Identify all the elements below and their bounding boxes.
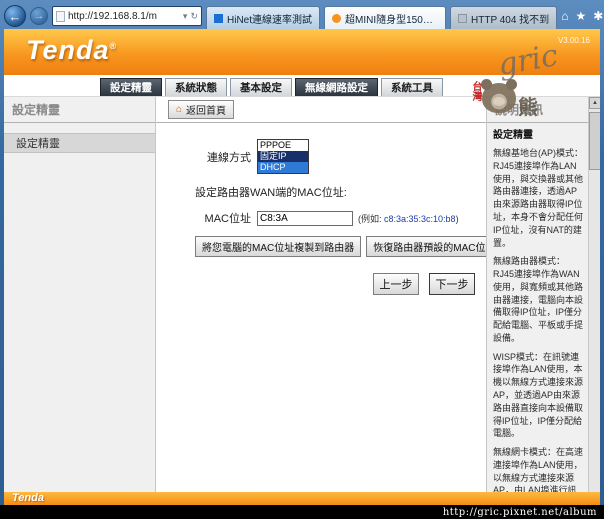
help-scrollbar[interactable]: ▲ ▼: [588, 97, 600, 505]
tab-mini-router[interactable]: 超MINI隨身型150M...: [324, 6, 447, 29]
router-page: Tenda® V3.00.16 設定精靈 系統狀態 基本設定 無線網路設定 系統…: [4, 29, 600, 505]
help-heading: 設定精靈: [493, 130, 533, 141]
tenda-logo-text: Tenda: [26, 35, 110, 65]
registered-mark: ®: [109, 41, 118, 51]
tab-favicon-icon: [214, 13, 223, 23]
main-panel: ⌂ 返回首頁 連線方式 PPPOE 固定IP DHCP 設定路由器WAN端的MA…: [156, 97, 503, 505]
restore-mac-button[interactable]: 恢復路由器預設的MAC位址: [366, 236, 503, 257]
nav-tab-wireless-settings[interactable]: 無線網路設定: [295, 78, 378, 96]
step-nav-row: 上一步 下一步: [161, 273, 481, 295]
connection-method-row: 連線方式 PPPOE 固定IP DHCP: [161, 139, 481, 174]
main-toolbar: ⌂ 返回首頁: [156, 97, 486, 123]
help-content: 設定精靈 無線基地台(AP)模式：RJ45連接埠作為LAN使用，與交換器或其他路…: [487, 123, 588, 505]
refresh-icon[interactable]: ↻: [190, 11, 198, 22]
wizard-form: 連線方式 PPPOE 固定IP DHCP 設定路由器WAN端的MAC位址: MA…: [161, 139, 503, 295]
browser-window: ← → http://192.168.8.1/m ▾ ↻ HiNet連線速率測試…: [0, 0, 604, 519]
arrow-up-icon: ▲: [592, 100, 598, 106]
tab-favicon-icon: [332, 13, 342, 23]
content-area: 設定精靈 設定精靈 ⌂ 返回首頁 連線方式 PPPOE 固定IP DHCP 設定…: [4, 97, 600, 505]
nav-tab-system-status[interactable]: 系統狀態: [165, 78, 227, 96]
main-nav: 設定精靈 系統狀態 基本設定 無線網路設定 系統工具: [4, 75, 600, 97]
sidebar-header: 設定精靈: [4, 97, 155, 123]
mac-section-heading: 設定路由器WAN端的MAC位址:: [195, 187, 347, 199]
url-text: http://192.168.8.1/m: [68, 10, 157, 22]
scroll-up-button[interactable]: ▲: [589, 97, 600, 109]
browser-toolbar-icons: ⌂ ★ ✱ ×: [561, 8, 604, 24]
back-button[interactable]: ←: [4, 5, 26, 27]
address-bar[interactable]: http://192.168.8.1/m ▾ ↻: [52, 6, 202, 26]
watermark-url: http://gric.pixnet.net/album: [442, 506, 597, 518]
tenda-logo: Tenda®: [26, 35, 117, 66]
forward-button[interactable]: →: [30, 7, 48, 25]
tab-label: HiNet連線速率測試: [227, 14, 313, 26]
compat-view-icon[interactable]: ▾: [183, 11, 188, 22]
nav-tab-system-tools[interactable]: 系統工具: [381, 78, 443, 96]
browser-chrome: ← → http://192.168.8.1/m ▾ ↻ HiNet連線速率測試…: [0, 0, 604, 29]
return-home-button[interactable]: ⌂ 返回首頁: [168, 100, 235, 119]
help-paragraph: 無線路由器模式：RJ45連接埠作為WAN使用，與寬頻或其他路由器連接，電腦向本設…: [493, 256, 584, 343]
help-paragraph: WISP模式：在訊號連接埠作為LAN使用，本機以無線方式連接來源AP，並透過AP…: [493, 351, 584, 439]
back-arrow-icon: ←: [8, 8, 22, 24]
mac-buttons-row: 將您電腦的MAC位址複製到路由器 恢復路由器預設的MAC位址: [195, 236, 503, 257]
nav-tab-setup-wizard[interactable]: 設定精靈: [100, 78, 162, 96]
forward-arrow-icon: →: [33, 10, 45, 22]
help-panel: 說明資訊 設定精靈 無線基地台(AP)模式：RJ45連接埠作為LAN使用，與交換…: [486, 97, 600, 505]
tab-http-404[interactable]: HTTP 404 找不到: [450, 6, 558, 29]
connection-method-label: 連線方式: [207, 151, 251, 164]
hint-open: (例如:: [358, 213, 384, 224]
help-title: 說明資訊: [495, 103, 544, 117]
nav-tab-basic-settings[interactable]: 基本設定: [230, 78, 292, 96]
hint-close: ): [455, 213, 459, 224]
sidebar-title: 設定精靈: [12, 103, 61, 117]
tab-favicon-icon: [458, 13, 468, 23]
home-icon[interactable]: ⌂: [561, 10, 568, 22]
firmware-version: V3.00.16: [557, 36, 590, 45]
page-favicon-icon: [56, 10, 65, 22]
page-footer: Tenda: [4, 492, 600, 505]
footer-tenda-logo: Tenda: [12, 492, 44, 504]
favorites-star-icon[interactable]: ★: [575, 10, 586, 22]
previous-step-button[interactable]: 上一步: [373, 273, 419, 295]
sidebar-item-setup-wizard[interactable]: 設定精靈: [4, 133, 155, 153]
copy-mac-button[interactable]: 將您電腦的MAC位址複製到路由器: [195, 236, 362, 257]
tenda-header: Tenda® V3.00.16: [4, 29, 600, 75]
mac-address-row: MAC位址 (例如: c8:3a:35:3c:10:b8): [161, 210, 481, 226]
tab-label: 超MINI隨身型150M...: [345, 14, 439, 26]
scrollbar-thumb[interactable]: [589, 112, 600, 170]
tab-label: HTTP 404 找不到: [471, 14, 550, 26]
next-step-button[interactable]: 下一步: [429, 273, 475, 295]
sidebar: 設定精靈 設定精靈: [4, 97, 156, 505]
connection-method-listbox[interactable]: PPPOE 固定IP DHCP: [257, 139, 309, 174]
option-dhcp[interactable]: DHCP: [258, 162, 308, 173]
home-icon: ⌂: [176, 104, 183, 115]
help-paragraph: 無線基地台(AP)模式：RJ45連接埠作為LAN使用，與交換器或其他路由器連接，…: [493, 148, 584, 248]
mac-example-hint: (例如: c8:3a:35:3c:10:b8): [358, 212, 459, 225]
watermark-bar: http://gric.pixnet.net/album: [0, 505, 604, 519]
option-pppoe[interactable]: PPPOE: [258, 140, 308, 151]
tab-hinet-speedtest[interactable]: HiNet連線速率測試: [206, 6, 321, 29]
hint-mac: c8:3a:35:3c:10:b8: [384, 213, 456, 224]
mac-address-label: MAC位址: [204, 213, 251, 225]
help-header: 說明資訊: [487, 97, 600, 123]
tools-gear-icon[interactable]: ✱: [593, 10, 603, 22]
option-static-ip[interactable]: 固定IP: [258, 151, 308, 162]
return-home-label: 返回首頁: [186, 106, 227, 117]
mac-address-input[interactable]: [257, 210, 353, 226]
